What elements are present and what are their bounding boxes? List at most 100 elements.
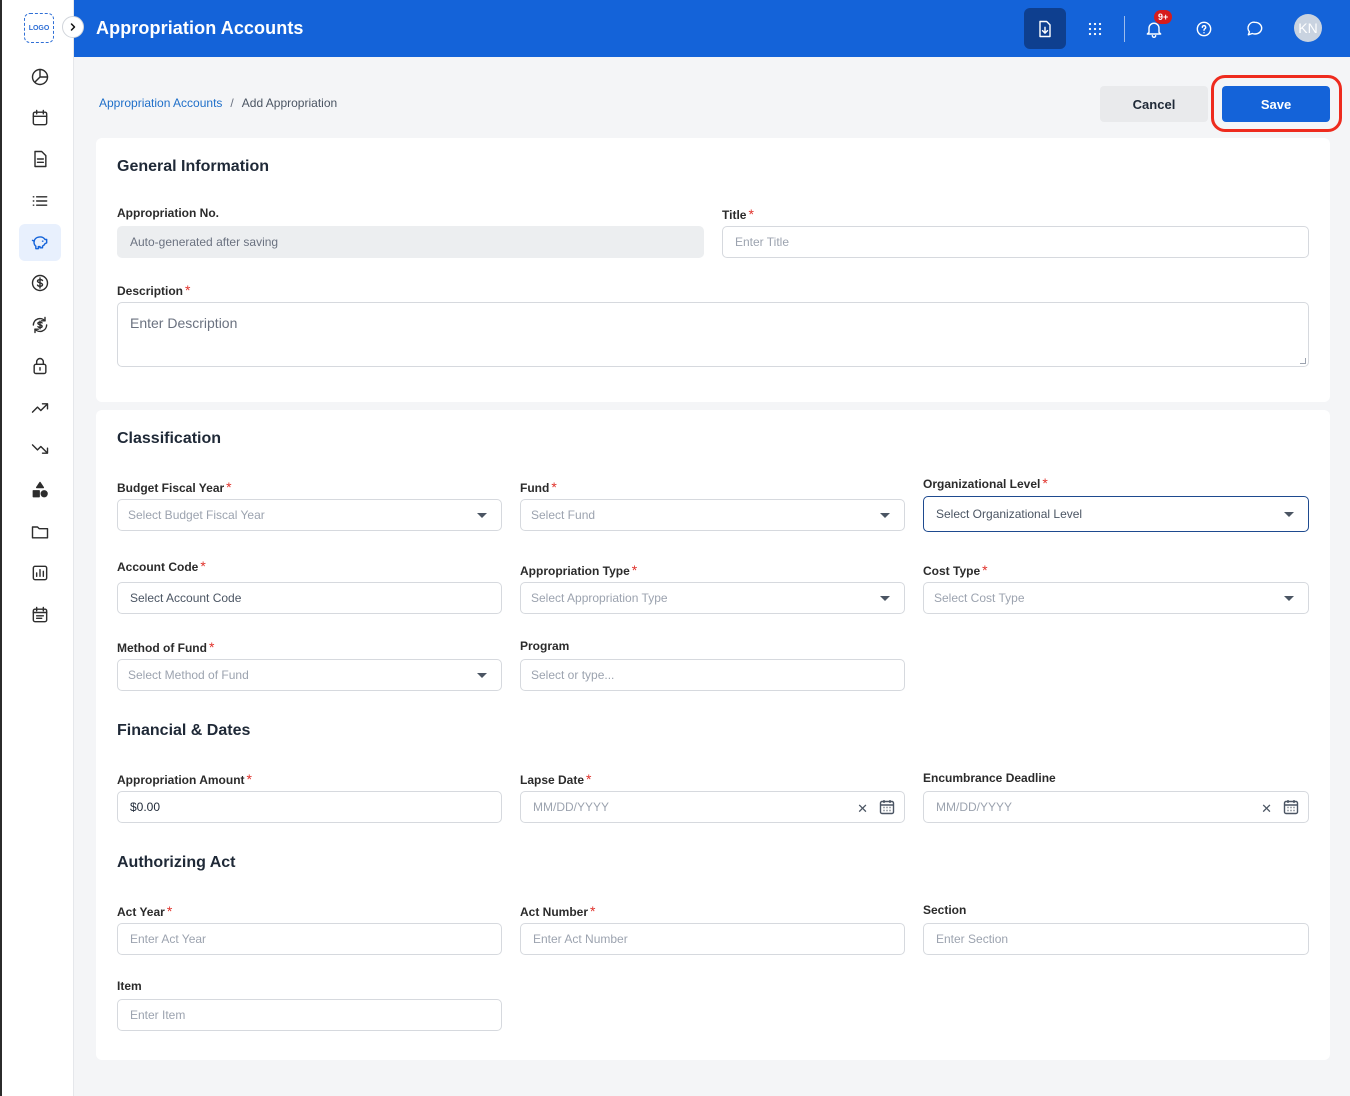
user-avatar[interactable]: KN: [1294, 14, 1322, 42]
chat-button[interactable]: [1234, 8, 1276, 49]
appropriation-amount-input[interactable]: $0.00: [117, 791, 502, 823]
document-icon: [34, 151, 47, 168]
item-label: Item: [117, 979, 142, 993]
org-level-select[interactable]: Select Organizational Level: [923, 496, 1309, 532]
sidebar-item-files[interactable]: [19, 513, 61, 550]
appropriation-amount-label: Appropriation Amount *: [117, 771, 252, 787]
sidebar-item-budget[interactable]: [19, 265, 61, 302]
act-number-input[interactable]: Enter Act Number: [520, 923, 905, 955]
act-year-input[interactable]: Enter Act Year: [117, 923, 502, 955]
apps-grid-button[interactable]: [1074, 8, 1116, 49]
sidebar-item-revenue[interactable]: [19, 389, 61, 426]
lock-icon: [33, 358, 47, 375]
title-label: Title *: [722, 206, 754, 222]
program-combobox[interactable]: Select or type...: [520, 659, 905, 691]
pie-chart-icon: [31, 68, 49, 85]
chevron-down-icon: [880, 513, 890, 518]
chevron-down-icon: [1284, 512, 1294, 517]
sidebar-item-appropriations[interactable]: [19, 223, 61, 261]
section-input[interactable]: Enter Section: [923, 923, 1309, 955]
method-of-fund-select[interactable]: Select Method of Fund: [117, 659, 502, 691]
sidebar-item-list[interactable]: [19, 182, 61, 219]
appropriation-type-select[interactable]: Select Appropriation Type: [520, 582, 905, 614]
account-code-select[interactable]: Select Account Code: [117, 582, 502, 614]
sidebar-item-expenses[interactable]: [19, 431, 61, 468]
breadcrumb: Appropriation Accounts / Add Appropriation: [99, 96, 337, 110]
sidebar-item-reports[interactable]: [19, 555, 61, 592]
act-number-label: Act Number *: [520, 903, 596, 919]
details-card: Classification Budget Fiscal Year * Selec…: [96, 410, 1330, 1060]
sidebar-item-assets[interactable]: [19, 472, 61, 509]
chevron-down-icon: [477, 673, 487, 678]
sidebar: LOGO: [0, 0, 74, 1096]
sidebar-item-schedule[interactable]: [19, 596, 61, 633]
description-label: Description *: [117, 282, 191, 298]
budget-fiscal-year-select[interactable]: Select Budget Fiscal Year: [117, 499, 502, 531]
chat-icon: [1247, 21, 1263, 36]
cost-type-label: Cost Type *: [923, 562, 988, 578]
clear-icon[interactable]: ✕: [857, 801, 868, 817]
sidebar-item-security[interactable]: [19, 348, 61, 385]
method-of-fund-label: Method of Fund *: [117, 639, 215, 655]
page-title: Appropriation Accounts: [96, 18, 304, 38]
piggy-bank-icon: [31, 236, 48, 250]
encumbrance-deadline-input[interactable]: MM/DD/YYYY ✕: [923, 791, 1309, 823]
sidebar-item-documents[interactable]: [19, 141, 61, 178]
item-input[interactable]: Enter Item: [117, 999, 502, 1031]
chevron-down-icon: [880, 596, 890, 601]
cost-type-select[interactable]: Select Cost Type: [923, 582, 1309, 614]
folder-icon: [31, 526, 49, 539]
authorizing-act-title: Authorizing Act: [117, 854, 236, 871]
calendar-icon[interactable]: [1283, 799, 1299, 815]
lapse-date-input[interactable]: MM/DD/YYYY ✕: [520, 791, 905, 823]
encumbrance-deadline-label: Encumbrance Deadline: [923, 771, 1056, 785]
sidebar-item-dashboard[interactable]: [19, 58, 61, 95]
dollar-icon: [31, 275, 49, 292]
clear-icon[interactable]: ✕: [1261, 801, 1272, 817]
org-level-label: Organizational Level *: [923, 475, 1048, 491]
help-icon: [1196, 21, 1212, 36]
app-logo: LOGO: [24, 13, 54, 43]
chevron-down-icon: [477, 513, 487, 518]
fund-label: Fund *: [520, 479, 557, 495]
program-label: Program: [520, 639, 570, 653]
sidebar-nav: [19, 58, 61, 637]
export-button[interactable]: [1024, 8, 1066, 49]
calendar-icon[interactable]: [879, 799, 895, 815]
top-header: Appropriation Accounts 9+ KN: [74, 0, 1350, 57]
budget-fiscal-year-label: Budget Fiscal Year *: [117, 479, 232, 495]
notification-badge: 9+: [1154, 10, 1173, 24]
classification-title: Classification: [117, 430, 222, 447]
sidebar-item-transfers[interactable]: [19, 306, 61, 343]
save-button[interactable]: Save: [1222, 86, 1330, 122]
title-input[interactable]: Enter Title: [722, 226, 1309, 258]
calendar-list-icon: [32, 606, 48, 622]
help-button[interactable]: [1183, 8, 1225, 49]
act-year-label: Act Year *: [117, 903, 173, 919]
appropriation-no-label: Appropriation No.: [117, 206, 219, 220]
breadcrumb-separator: /: [230, 96, 234, 110]
shapes-icon: [32, 482, 48, 498]
bar-chart-icon: [32, 565, 48, 581]
file-download-icon: [1039, 20, 1051, 37]
cancel-button[interactable]: Cancel: [1100, 86, 1208, 122]
description-textarea[interactable]: Enter Description: [117, 302, 1309, 367]
lapse-date-label: Lapse Date *: [520, 771, 592, 787]
chevron-down-icon: [1284, 596, 1294, 601]
fund-select[interactable]: Select Fund: [520, 499, 905, 531]
breadcrumb-current: Add Appropriation: [241, 96, 338, 110]
sidebar-expand-button[interactable]: [62, 16, 84, 38]
list-icon: [32, 195, 48, 206]
sidebar-item-calendar[interactable]: [19, 99, 61, 136]
resize-handle[interactable]: [1300, 358, 1306, 364]
account-code-label: Account Code *: [117, 558, 206, 574]
breadcrumb-parent-link[interactable]: Appropriation Accounts: [99, 96, 222, 110]
general-information-title: General Information: [117, 158, 270, 175]
calendar-icon: [32, 109, 48, 126]
general-information-card: General Information Appropriation No. Au…: [96, 138, 1330, 402]
financial-dates-title: Financial & Dates: [117, 722, 251, 739]
appropriation-type-label: Appropriation Type *: [520, 562, 638, 578]
dollar-refresh-icon: [32, 316, 48, 334]
chevron-right-icon: [70, 23, 76, 31]
appropriation-no-field: Auto-generated after saving: [117, 226, 704, 258]
